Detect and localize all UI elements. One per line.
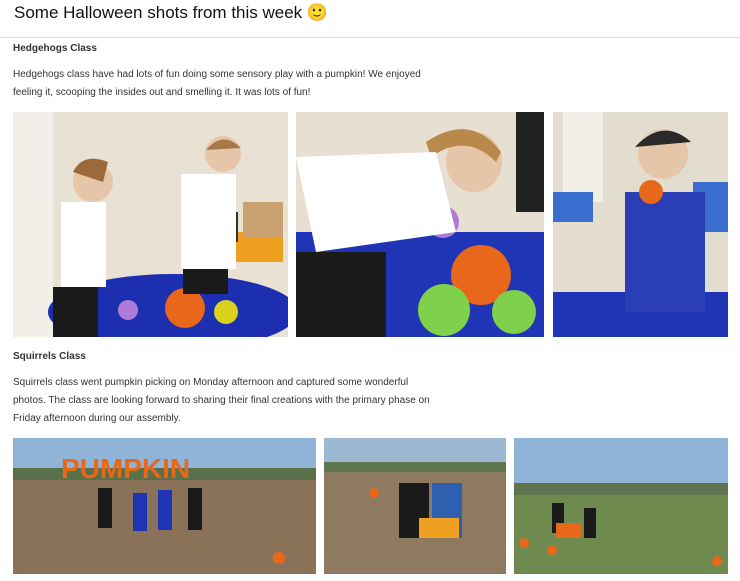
photo-hedgehogs-2[interactable] <box>296 112 544 337</box>
section-text-hedgehogs: Hedgehogs class have had lots of fun doi… <box>13 69 421 98</box>
section-heading-squirrels: Squirrels Class <box>13 351 86 362</box>
photo-squirrels-1-image: PUMPKIN <box>13 438 316 574</box>
post-title: Some Halloween shots from this week 🙂 <box>14 3 328 23</box>
photo-squirrels-3[interactable] <box>514 438 728 574</box>
photo-squirrels-3-image <box>514 438 728 574</box>
photo-hedgehogs-3[interactable] <box>553 112 728 337</box>
photo-squirrels-2[interactable] <box>324 438 506 574</box>
section-text-squirrels: Squirrels class went pumpkin picking on … <box>13 377 430 424</box>
pumpkin-sign: PUMPKIN <box>61 453 190 484</box>
title-divider <box>0 37 740 38</box>
photo-hedgehogs-1-image <box>13 112 288 337</box>
photo-hedgehogs-3-image <box>553 112 728 337</box>
section-heading-hedgehogs: Hedgehogs Class <box>13 43 97 54</box>
photo-hedgehogs-2-image <box>296 112 544 337</box>
photo-squirrels-2-image <box>324 438 506 574</box>
post-title-text: Some Halloween shots from this week <box>14 3 303 22</box>
photo-hedgehogs-1[interactable] <box>13 112 288 337</box>
photo-squirrels-1[interactable]: PUMPKIN <box>13 438 316 574</box>
smile-emoji-icon: 🙂 <box>306 3 329 22</box>
